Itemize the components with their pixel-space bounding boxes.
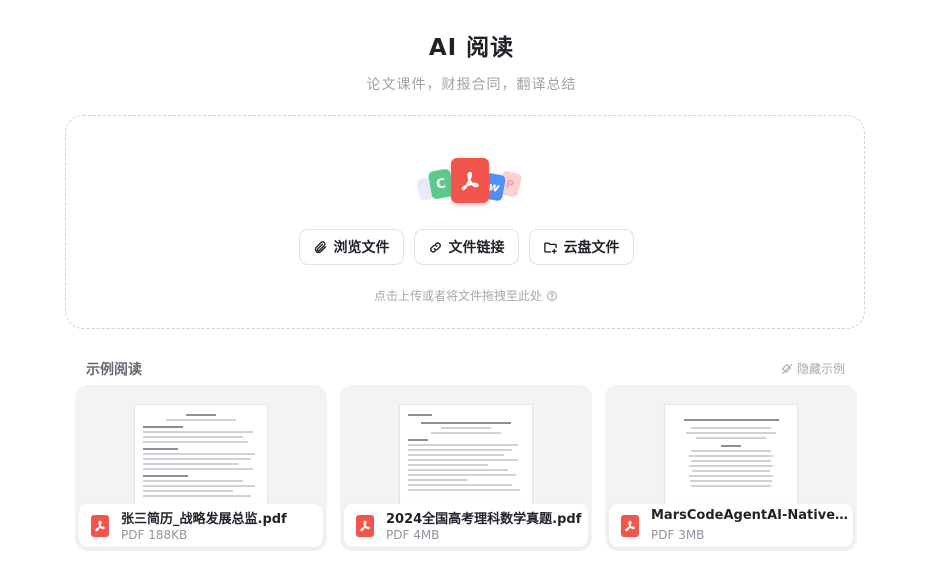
- cloud-files-button[interactable]: 云盘文件: [528, 229, 634, 265]
- help-circle-icon[interactable]: [546, 290, 558, 302]
- upload-dropzone[interactable]: C P w 浏览文件 文件链接 云盘文件 点击上传或者将文件拖拽至此处: [65, 115, 865, 329]
- card-footer: 张三简历_战略发展总监.pdf PDF 188KB: [79, 504, 323, 547]
- file-meta: PDF 188KB: [121, 528, 188, 542]
- example-cards: 张三简历_战略发展总监.pdf PDF 188KB 2024全国高考理科数学真题…: [75, 385, 857, 551]
- page-title: AI 阅读: [428, 35, 515, 61]
- cloud-folder-icon: [543, 241, 557, 254]
- file-name: MarsCodeAgentAI-NativeAutomatedBugFixing…: [651, 508, 851, 523]
- file-link-label: 文件链接: [448, 240, 505, 256]
- browse-files-button[interactable]: 浏览文件: [298, 229, 404, 265]
- upload-options: 浏览文件 文件链接 云盘文件: [66, 229, 866, 265]
- csv-icon-letter: C: [434, 175, 447, 193]
- cloud-files-label: 云盘文件: [563, 240, 620, 256]
- pdf-icon: [451, 158, 489, 203]
- pdf-file-icon: [356, 515, 374, 537]
- paperclip-icon: [314, 240, 326, 253]
- example-card-resume[interactable]: 张三简历_战略发展总监.pdf PDF 188KB: [75, 385, 327, 551]
- page-subtitle: 论文课件，财报合同，翻译总结: [366, 77, 577, 93]
- card-footer: 2024全国高考理科数学真题.pdf PDF 4MB: [344, 504, 588, 547]
- file-types-illustration: C P w: [416, 158, 528, 208]
- file-meta: PDF 3MB: [651, 528, 705, 542]
- pdf-file-icon: [91, 515, 109, 537]
- file-meta: PDF 4MB: [386, 528, 440, 542]
- file-link-button[interactable]: 文件链接: [413, 229, 519, 265]
- document-thumbnail: [665, 405, 797, 515]
- browse-files-label: 浏览文件: [333, 240, 390, 256]
- document-thumbnail: [135, 405, 267, 515]
- example-card-marscode-paper[interactable]: MarsCodeAgentAI-NativeAutomatedBugFixing…: [605, 385, 857, 551]
- example-card-math-exam[interactable]: 2024全国高考理科数学真题.pdf PDF 4MB: [340, 385, 592, 551]
- upload-hint-text: 点击上传或者将文件拖拽至此处: [373, 289, 542, 303]
- file-name: 2024全国高考理科数学真题.pdf: [386, 512, 582, 527]
- upload-hint: 点击上传或者将文件拖拽至此处: [66, 287, 866, 304]
- hide-examples-button[interactable]: 隐藏示例: [781, 360, 845, 377]
- word-icon-letter: w: [487, 179, 501, 195]
- document-thumbnail: [400, 405, 532, 515]
- card-footer: MarsCodeAgentAI-NativeAutomatedBugFixing…: [609, 504, 853, 547]
- ppt-icon-letter: P: [504, 176, 516, 192]
- link-icon: [429, 241, 441, 253]
- hide-examples-label: 隐藏示例: [796, 362, 845, 376]
- examples-title: 示例阅读: [86, 362, 142, 378]
- file-name: 张三简历_战略发展总监.pdf: [121, 512, 287, 527]
- eye-off-icon: [781, 363, 792, 374]
- pdf-file-icon: [621, 515, 639, 537]
